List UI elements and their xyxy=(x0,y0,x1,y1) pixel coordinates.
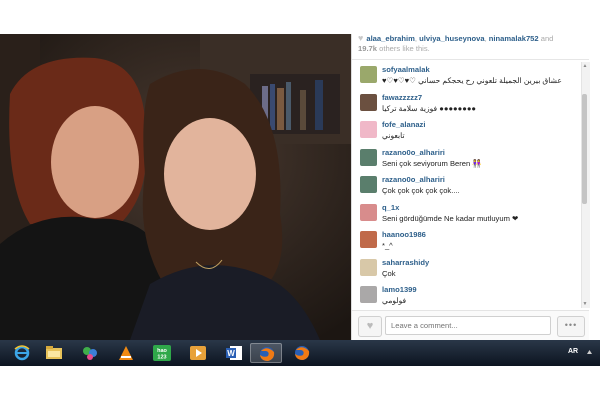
messenger-icon[interactable] xyxy=(74,343,106,363)
comment-text: Çok çok çok çok çok.... xyxy=(382,186,460,195)
comment-username[interactable]: saharrashidy xyxy=(382,258,429,267)
comment-list: sofyaalmalak ♥♡♥♡♥♡ عشاق بيرين الجميلة ت… xyxy=(352,62,581,308)
comment-username[interactable]: fofe_alanazi xyxy=(382,120,425,129)
windows-taskbar: hao 123 W AR xyxy=(0,340,600,366)
comment-item: fawazzzzz7 فوزية سلامة تركيا ●●●●●●●● xyxy=(352,90,581,118)
others-text: others like this. xyxy=(377,43,430,53)
explorer-icon[interactable] xyxy=(38,343,70,363)
comment-username[interactable]: fawazzzzz7 xyxy=(382,93,422,102)
comment-panel: ♥ alaa_ebrahim, ulviya_huseynova, ninamal… xyxy=(351,33,590,341)
post-photo xyxy=(0,34,351,340)
comment-text: فوزية سلامة تركيا ●●●●●●●● xyxy=(382,103,476,113)
svg-text:hao: hao xyxy=(157,348,167,354)
comment-username[interactable]: razano0o_alhariri xyxy=(382,175,445,184)
comment-item: haanoo1986 *_^ xyxy=(352,227,581,255)
avatar[interactable] xyxy=(360,121,377,138)
like-count[interactable]: 19.7k xyxy=(358,44,377,53)
firefox-icon-2[interactable] xyxy=(286,343,318,363)
avatar[interactable] xyxy=(360,93,377,111)
scroll-up-icon[interactable]: ▲ xyxy=(582,63,588,69)
word-icon[interactable]: W xyxy=(218,343,250,363)
and-text: and xyxy=(538,34,554,43)
liker-link[interactable]: alaa_ebrahim xyxy=(366,34,415,43)
vlc-icon[interactable] xyxy=(110,343,142,363)
comment-username[interactable]: razano0o_alhariri xyxy=(382,148,445,157)
comment-item: q_1x Seni gördüğümde Ne kadar mutluyum ❤ xyxy=(352,200,581,228)
heart-icon: ♥ xyxy=(366,320,374,332)
liker-link[interactable]: ulviya_huseynova xyxy=(419,34,484,43)
firefox-icon[interactable] xyxy=(250,343,282,363)
comment-item: saharrashidy Çok xyxy=(352,255,581,283)
comment-input[interactable] xyxy=(385,316,551,335)
svg-text:123: 123 xyxy=(157,355,166,361)
photo-image xyxy=(0,34,351,340)
avatar[interactable] xyxy=(360,66,377,83)
comment-text: Çok xyxy=(382,268,396,278)
likes-summary: ♥ alaa_ebrahim, ulviya_huseynova, ninamal… xyxy=(352,33,589,60)
comment-item: fofe_alanazi تابعوني xyxy=(352,117,581,145)
comment-text: فولومي xyxy=(382,296,407,305)
comment-text: تابعوني xyxy=(382,131,405,140)
comment-username[interactable]: haanoo1986 xyxy=(382,230,426,239)
avatar[interactable] xyxy=(360,231,377,248)
avatar[interactable] xyxy=(360,176,377,193)
comment-item: sofyaalmalak ♥♡♥♡♥♡ عشاق بيرين الجميلة ت… xyxy=(352,62,581,90)
avatar[interactable] xyxy=(360,203,377,221)
media-player-icon[interactable] xyxy=(182,343,214,363)
hao123-icon[interactable]: hao 123 xyxy=(146,343,178,363)
comment-item: lamo1399 فولومي xyxy=(352,282,581,308)
comment-username[interactable]: sofyaalmalak xyxy=(382,65,430,74)
comment-bar: ♥ ••• xyxy=(352,310,589,341)
scrollbar-thumb[interactable] xyxy=(582,94,587,204)
avatar[interactable] xyxy=(360,286,377,303)
avatar[interactable] xyxy=(360,258,377,276)
more-options-button[interactable]: ••• xyxy=(557,316,585,337)
comment-text: Seni çok seviyorum Beren 👭 xyxy=(382,158,482,168)
scroll-down-icon[interactable]: ▼ xyxy=(582,301,588,307)
ie-icon[interactable] xyxy=(6,343,38,363)
avatar[interactable] xyxy=(360,148,377,166)
heart-icon: ♥ xyxy=(358,33,364,43)
show-hidden-icons-icon[interactable] xyxy=(586,348,593,356)
comment-text: Seni gördüğümde Ne kadar mutluyum ❤ xyxy=(382,213,519,223)
like-button[interactable]: ♥ xyxy=(358,316,382,337)
comment-item: razano0o_alhariri Seni çok seviyorum Ber… xyxy=(352,145,581,173)
language-indicator[interactable]: AR xyxy=(568,348,578,355)
comment-text: ♥♡♥♡♥♡ عشاق بيرين الجميلة تلعوني رح يحجك… xyxy=(382,76,562,85)
comment-text: *_^ xyxy=(382,241,393,250)
comment-item: razano0o_alhariri Çok çok çok çok çok...… xyxy=(352,172,581,200)
liker-link[interactable]: ninamalak752 xyxy=(489,34,539,43)
comment-username[interactable]: lamo1399 xyxy=(382,285,417,294)
comment-username[interactable]: q_1x xyxy=(382,203,399,212)
svg-text:W: W xyxy=(227,349,235,358)
